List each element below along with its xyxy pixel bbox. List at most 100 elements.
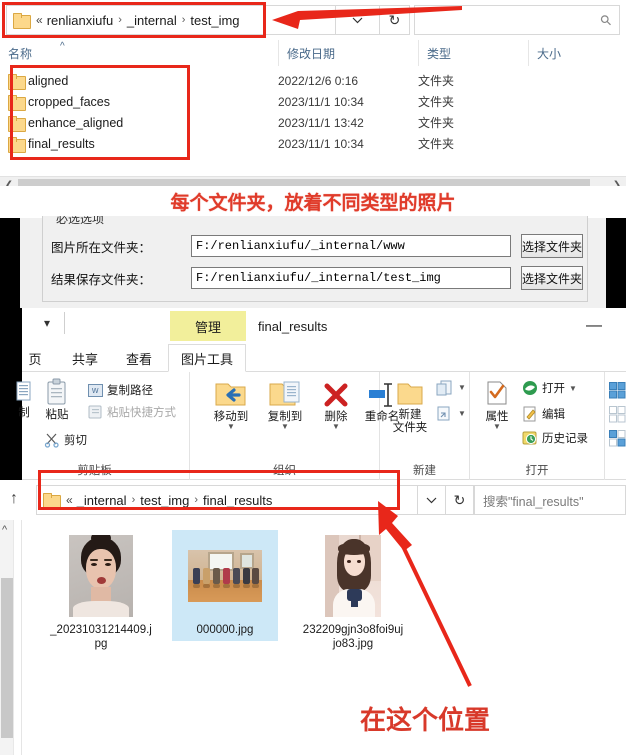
bottom-explorer-window: ▾ 管理 final_results — ☐ 页 共享 [0,308,626,755]
contextual-tab-manage[interactable]: 管理 [170,311,246,341]
result-folder-input[interactable]: F:/renlianxiufu/_internal/test_img [191,267,511,289]
chevron-down-icon[interactable]: ▼ [281,423,289,431]
ribbon-paste-shortcut-button[interactable]: 粘贴快捷方式 [88,404,176,420]
breadcrumb-separator: › [194,494,199,506]
quick-access-toolbar-icon[interactable]: ▾ [44,316,50,330]
ribbon-copy-path-button[interactable]: W 复制路径 [88,382,153,398]
chevron-down-icon[interactable]: ▼ [493,423,501,431]
bottom-title-bar: ▾ 管理 final_results — ☐ [22,308,626,344]
breadcrumb-renlianxiufu[interactable]: renlianxiufu [47,13,114,28]
column-header-name[interactable]: 名称 ^ [0,40,278,66]
chevron-down-icon[interactable]: ▼ [458,384,466,392]
result-folder-row: 结果保存文件夹： F:/renlianxiufu/_internal/test_… [43,265,589,291]
column-header-size[interactable]: 大小 [528,40,626,66]
chevron-down-icon[interactable]: ▼ [332,423,340,431]
chevron-down-icon[interactable]: ▼ [569,383,577,394]
image-folder-input[interactable]: F:/renlianxiufu/_internal/www [191,235,511,257]
bottom-address-history-dropdown[interactable] [418,485,446,515]
refresh-icon: ↻ [453,491,466,508]
chevron-down-icon[interactable]: ▼ [458,410,466,418]
ribbon-edit-button[interactable]: 编辑 [522,406,565,422]
ribbon-easy-access-button[interactable]: ▼ [436,406,466,422]
sort-ascending-icon: ^ [60,41,65,52]
list-item[interactable]: 000000.jpg [172,530,278,641]
file-type: 文件夹 [418,95,455,109]
list-item[interactable]: _20231031214409.jpg [48,530,154,655]
choose-result-folder-button[interactable]: 选择文件夹 [521,266,583,290]
breadcrumb-separator: › [131,494,136,506]
ribbon-new-item-button[interactable]: ▼ [436,380,466,396]
back-chevrons[interactable]: « [36,13,43,27]
column-header-type[interactable]: 类型 [418,40,528,66]
bottom-address-bar[interactable]: « _internal › test_img › final_results [36,485,418,515]
refresh-button[interactable]: ↻ [380,5,410,35]
open-ie-icon [523,381,537,395]
screenshot-root: « renlianxiufu › _internal › test_img ↻ … [0,0,626,755]
bottom-search-input[interactable]: 搜索"final_results" [474,485,626,515]
properties-icon [487,381,507,405]
ribbon-new-folder-button[interactable]: 新建 文件夹 [386,380,434,435]
bottom-window-chrome: ▾ 管理 final_results — ☐ 页 共享 [0,308,626,480]
thumbnail [172,530,278,622]
file-modified: 2022/12/6 0:16 [278,73,359,88]
scrollbar-thumb[interactable] [1,578,13,738]
ribbon-copy-label: 制 [18,407,30,419]
breadcrumb-internal[interactable]: _internal [77,493,127,508]
ribbon-properties-button[interactable]: 属性 ▼ [476,380,518,431]
tab-picture-tools[interactable]: 图片工具 [168,344,246,372]
search-icon: ⚲ [596,10,615,29]
ribbon-cut-button[interactable]: 剪切 [44,432,87,448]
thumbnail [300,530,406,622]
maximize-button[interactable]: ☐ [622,308,626,344]
ribbon-delete-button[interactable]: 删除 ▼ [314,380,358,431]
table-row[interactable]: enhance_aligned 2023/11/1 13:42 文件夹 [0,112,626,133]
contextual-tab-label: 管理 [194,319,221,335]
table-row[interactable]: aligned 2022/12/6 0:16 文件夹 [0,70,626,91]
tab-home[interactable]: 页 [18,344,52,372]
file-name: 232209gjn3o8foi9ujjo83.jpg [302,624,404,650]
ribbon-select-none-button[interactable] [609,406,626,423]
ribbon-history-button[interactable]: 历史记录 [522,430,588,446]
minimize-button[interactable]: — [579,308,609,344]
ribbon-open-button[interactable]: 打开 ▼ [522,380,577,396]
breadcrumb-internal[interactable]: _internal [127,13,177,28]
ribbon-select-all-button[interactable] [609,382,626,399]
breadcrumb-test-img[interactable]: test_img [140,493,189,508]
top-search-input[interactable]: ⚲ [414,5,620,35]
scissors-icon [44,433,59,448]
ribbon-history-label: 历史记录 [542,433,588,445]
up-one-level-button[interactable]: ↑ [10,490,18,508]
top-address-bar[interactable]: « renlianxiufu › _internal › test_img [6,5,336,35]
result-folder-label: 结果保存文件夹： [51,272,152,287]
choose-image-folder-button[interactable]: 选择文件夹 [521,234,583,258]
back-chevrons[interactable]: « [66,493,73,507]
address-history-dropdown[interactable] [336,5,380,35]
ribbon-move-to-button[interactable]: 移动到 ▼ [204,380,258,431]
tab-share[interactable]: 共享 [60,344,110,372]
select-all-icon [609,382,626,399]
list-item[interactable]: 232209gjn3o8foi9ujjo83.jpg [300,530,406,655]
ribbon-group-new-label: 新建 [413,465,436,477]
table-row[interactable]: final_results 2023/11/1 10:34 文件夹 [0,133,626,154]
ribbon-paste-button[interactable]: 粘贴 [44,378,70,422]
portrait-face-thumbnail [69,535,133,617]
easy-access-icon [437,406,450,421]
chevron-down-icon[interactable]: ▼ [227,423,235,431]
ribbon-copy-to-button[interactable]: 复制到 ▼ [258,380,312,431]
ribbon-invert-selection-button[interactable] [609,430,626,447]
ribbon-paste-shortcut-label: 粘贴快捷方式 [107,407,176,419]
copy-icon [16,381,31,401]
bottom-file-area: ^ _20231031214409.jpg 000000.jpg 232209g… [0,520,626,755]
navigation-scrollbar[interactable]: ^ [0,520,14,755]
breadcrumb-test-img[interactable]: test_img [190,13,239,28]
ribbon-copy-partial[interactable]: 制 [14,380,34,420]
file-name: _20231031214409.jpg [50,624,152,650]
table-row[interactable]: cropped_faces 2023/11/1 10:34 文件夹 [0,91,626,112]
tab-view[interactable]: 查看 [114,344,164,372]
folder-icon [8,74,26,90]
bottom-refresh-button[interactable]: ↻ [446,485,474,515]
breadcrumb-final-results[interactable]: final_results [203,493,272,508]
column-header-modified[interactable]: 修改日期 [278,40,418,66]
file-type: 文件夹 [418,116,455,130]
scroll-up-icon[interactable]: ^ [2,524,7,536]
